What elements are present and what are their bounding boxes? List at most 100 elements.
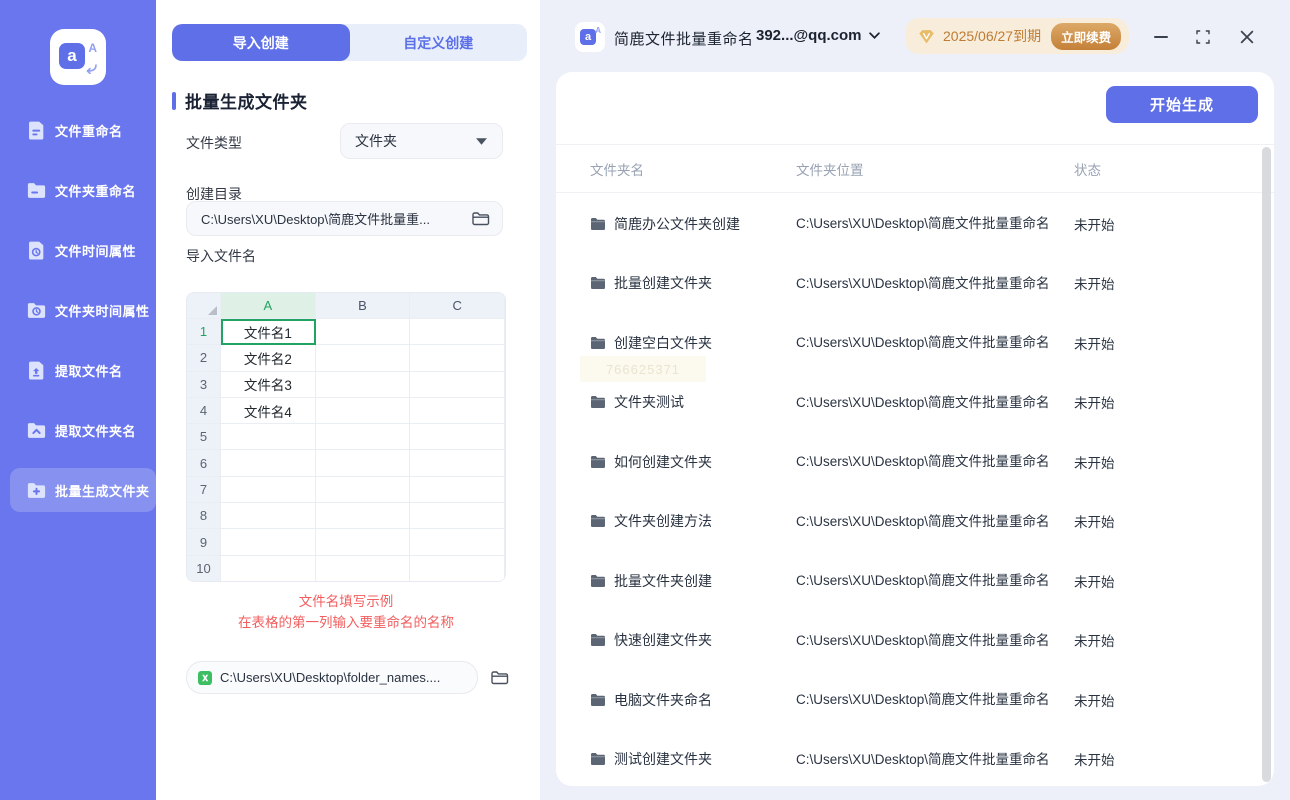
sheet-row-number[interactable]: 5 bbox=[187, 424, 221, 450]
sheet-row-number[interactable]: 10 bbox=[187, 556, 221, 582]
sheet-cell-B7[interactable] bbox=[316, 477, 411, 503]
tab-custom-create[interactable]: 自定义创建 bbox=[350, 24, 528, 61]
folder-icon bbox=[590, 633, 606, 647]
status-cell: 未开始 bbox=[1074, 511, 1274, 531]
sheet-cell-C9[interactable] bbox=[410, 529, 505, 555]
sheet-cell-B9[interactable] bbox=[316, 529, 411, 555]
sheet-cell-B1[interactable] bbox=[316, 319, 411, 345]
sheet-cell-B8[interactable] bbox=[316, 503, 411, 529]
excel-file-icon bbox=[197, 670, 213, 686]
sheet-cell-B6[interactable] bbox=[316, 450, 411, 476]
sidebar-item-extract-folder[interactable]: 提取文件夹名 bbox=[0, 408, 156, 452]
create-dir-input[interactable]: C:\Users\XU\Desktop\简鹿文件批量重... bbox=[186, 201, 503, 236]
sidebar-item-file-time[interactable]: 文件时间属性 bbox=[0, 228, 156, 272]
status-cell: 未开始 bbox=[1074, 273, 1274, 293]
sheet-cell-C6[interactable] bbox=[410, 450, 505, 476]
app-logo-icon: a A bbox=[50, 29, 106, 85]
sheet-row-number[interactable]: 9 bbox=[187, 529, 221, 555]
sheet-cell-C7[interactable] bbox=[410, 477, 505, 503]
sheet-row-number[interactable]: 8 bbox=[187, 503, 221, 529]
browse-file-icon[interactable] bbox=[490, 669, 509, 686]
file-time-icon bbox=[26, 240, 47, 261]
table-scrollbar[interactable] bbox=[1262, 147, 1271, 782]
sheet-cell-C1[interactable] bbox=[410, 319, 505, 345]
sheet-cell-A10[interactable] bbox=[221, 556, 316, 582]
sheet-cell-C8[interactable] bbox=[410, 503, 505, 529]
sheet-cell-A3[interactable]: 文件名3 bbox=[221, 372, 316, 398]
table-row[interactable]: 文件夹测试C:\Users\XU\Desktop\简鹿文件批量重命名未开始 bbox=[556, 373, 1274, 433]
folder-location-cell: C:\Users\XU\Desktop\简鹿文件批量重命名 bbox=[796, 690, 1074, 709]
table-row[interactable]: 文件夹创建方法C:\Users\XU\Desktop\简鹿文件批量重命名未开始 bbox=[556, 492, 1274, 552]
sheet-cell-C10[interactable] bbox=[410, 556, 505, 582]
sheet-cell-A7[interactable] bbox=[221, 477, 316, 503]
vip-badge: 2025/06/27到期 立即续费 bbox=[905, 18, 1129, 54]
sidebar-item-folder-time[interactable]: 文件夹时间属性 bbox=[0, 288, 156, 332]
table-row[interactable]: 创建空白文件夹C:\Users\XU\Desktop\简鹿文件批量重命名未开始 bbox=[556, 313, 1274, 373]
scrollbar-thumb[interactable] bbox=[1262, 147, 1271, 782]
file-type-dropdown[interactable]: 文件夹 bbox=[340, 123, 503, 159]
sheet-cell-A6[interactable] bbox=[221, 450, 316, 476]
table-row[interactable]: 如何创建文件夹C:\Users\XU\Desktop\简鹿文件批量重命名未开始 bbox=[556, 432, 1274, 492]
sheet-cell-A5[interactable] bbox=[221, 424, 316, 450]
column-header-folder-name: 文件夹名 bbox=[556, 159, 796, 179]
account-email: 392...@qq.com bbox=[756, 27, 862, 44]
sheet-row-number[interactable]: 3 bbox=[187, 372, 221, 398]
sheet-cell-A4[interactable]: 文件名4 bbox=[221, 398, 316, 424]
logo-A-glyph: A bbox=[595, 26, 601, 35]
sidebar-item-label: 文件夹重命名 bbox=[55, 181, 136, 200]
sheet-select-all-corner[interactable] bbox=[187, 293, 221, 319]
account-dropdown[interactable]: 392...@qq.com bbox=[756, 27, 880, 44]
close-button[interactable] bbox=[1236, 26, 1258, 48]
sheet-row-number[interactable]: 7 bbox=[187, 477, 221, 503]
chevron-down-icon bbox=[475, 137, 488, 146]
column-header-status: 状态 bbox=[1074, 159, 1274, 179]
folder-open-icon[interactable] bbox=[471, 210, 490, 227]
sidebar-item-label: 文件时间属性 bbox=[55, 241, 136, 260]
table-row[interactable]: 测试创建文件夹C:\Users\XU\Desktop\简鹿文件批量重命名未开始 bbox=[556, 730, 1274, 787]
table-row[interactable]: 批量创建文件夹C:\Users\XU\Desktop\简鹿文件批量重命名未开始 bbox=[556, 254, 1274, 314]
logo-A-glyph: A bbox=[88, 41, 97, 55]
sheet-cell-C5[interactable] bbox=[410, 424, 505, 450]
sheet-column-header-B[interactable]: B bbox=[316, 293, 411, 319]
maximize-button[interactable] bbox=[1192, 26, 1214, 48]
sheet-cell-B5[interactable] bbox=[316, 424, 411, 450]
sheet-cell-C2[interactable] bbox=[410, 345, 505, 371]
sheet-row-number[interactable]: 1 bbox=[187, 319, 221, 345]
section-header: 批量生成文件夹 bbox=[172, 88, 308, 113]
sheet-cell-B3[interactable] bbox=[316, 372, 411, 398]
table-row[interactable]: 简鹿办公文件夹创建C:\Users\XU\Desktop\简鹿文件批量重命名未开… bbox=[556, 194, 1274, 254]
sheet-cell-A1[interactable]: 文件名1 bbox=[221, 319, 316, 345]
sidebar-item-generate-folder[interactable]: 批量生成文件夹 bbox=[10, 468, 156, 512]
excel-file-input[interactable]: C:\Users\XU\Desktop\folder_names.... bbox=[186, 661, 478, 694]
sheet-cell-C4[interactable] bbox=[410, 398, 505, 424]
sheet-cell-B4[interactable] bbox=[316, 398, 411, 424]
folder-name: 批量文件夹创建 bbox=[614, 571, 712, 591]
sheet-cell-B2[interactable] bbox=[316, 345, 411, 371]
sheet-row-number[interactable]: 6 bbox=[187, 450, 221, 476]
sheet-row-number[interactable]: 4 bbox=[187, 398, 221, 424]
table-row[interactable]: 电脑文件夹命名C:\Users\XU\Desktop\简鹿文件批量重命名未开始 bbox=[556, 670, 1274, 730]
sheet-cell-B10[interactable] bbox=[316, 556, 411, 582]
sheet-cell-A2[interactable]: 文件名2 bbox=[221, 345, 316, 371]
sheet-row-number[interactable]: 2 bbox=[187, 345, 221, 371]
start-generate-button[interactable]: 开始生成 bbox=[1106, 86, 1258, 123]
renew-button[interactable]: 立即续费 bbox=[1051, 23, 1121, 50]
app-titlebar-icon: a A bbox=[575, 22, 605, 52]
tab-import-create[interactable]: 导入创建 bbox=[172, 24, 350, 61]
sheet-cell-C3[interactable] bbox=[410, 372, 505, 398]
sheet-cell-A8[interactable] bbox=[221, 503, 316, 529]
folder-name: 电脑文件夹命名 bbox=[614, 690, 712, 710]
app-window: a A 文件重命名文件夹重命名文件时间属性文件夹时间属性提取文件名提取文件夹名批… bbox=[0, 0, 1290, 800]
sidebar-item-extract-file[interactable]: 提取文件名 bbox=[0, 348, 156, 392]
folder-name: 简鹿办公文件夹创建 bbox=[614, 214, 740, 234]
table-row[interactable]: 批量文件夹创建C:\Users\XU\Desktop\简鹿文件批量重命名未开始 bbox=[556, 551, 1274, 611]
minimize-button[interactable] bbox=[1150, 26, 1172, 48]
sidebar-item-file-rename[interactable]: 文件重命名 bbox=[0, 108, 156, 152]
sheet-column-header-C[interactable]: C bbox=[410, 293, 505, 319]
sidebar-item-folder-rename[interactable]: 文件夹重命名 bbox=[0, 168, 156, 212]
sheet-cell-A9[interactable] bbox=[221, 529, 316, 555]
folder-name-cell: 文件夹创建方法 bbox=[556, 511, 796, 531]
status-cell: 未开始 bbox=[1074, 630, 1274, 650]
sheet-column-header-A[interactable]: A bbox=[221, 293, 316, 319]
table-row[interactable]: 快速创建文件夹C:\Users\XU\Desktop\简鹿文件批量重命名未开始 bbox=[556, 611, 1274, 671]
